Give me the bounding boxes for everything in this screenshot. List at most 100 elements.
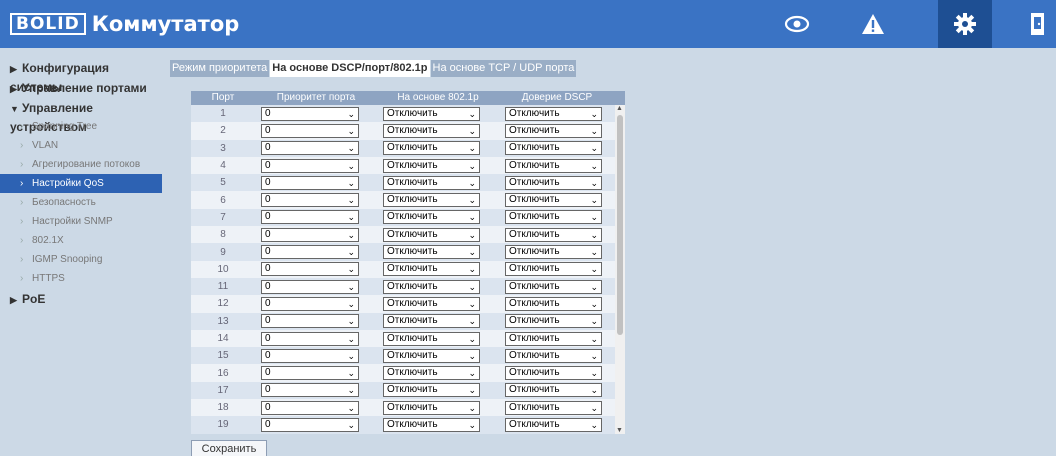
port-priority-select[interactable]: 0 ⌄ [261,262,359,277]
dscp-trust-select[interactable]: Отключить ⌄ [505,417,602,432]
table-row: 6 0 ⌄ Отключить ⌄ Отключить ⌄ [191,191,625,209]
port-number-cell: 5 [220,177,226,189]
port-priority-select[interactable]: 0 ⌄ [261,123,359,138]
p8021-mode-select[interactable]: Отключить ⌄ [383,383,480,398]
dscp-trust-select[interactable]: Отключить ⌄ [505,245,602,260]
nav-group-poe[interactable]: ▶ PoE [0,290,162,308]
sidebar-item-qos[interactable]: › Настройки QoS [0,174,162,193]
sidebar-item-aggregation[interactable]: › Агрегирование потоков [0,155,162,174]
tab-tcp-udp-port[interactable]: На основе TCP / UDP порта [430,60,578,77]
chevron-down-icon: ⌄ [468,368,476,379]
save-button[interactable]: Сохранить [191,440,267,456]
dscp-trust-select[interactable]: Отключить ⌄ [505,400,602,415]
port-priority-select[interactable]: 0 ⌄ [261,314,359,329]
p8021-mode-select[interactable]: Отключить ⌄ [383,193,480,208]
p8021-mode-select[interactable]: Отключить ⌄ [383,210,480,225]
nav-group-device-management[interactable]: ▼ Управление устройством [0,99,162,134]
nav-group-port-management[interactable]: ▶ Управление портами [0,79,162,97]
dscp-trust-select[interactable]: Отключить ⌄ [505,366,602,381]
scroll-down-icon[interactable]: ▼ [616,427,623,434]
port-priority-select[interactable]: 0 ⌄ [261,210,359,225]
dscp-trust-value: Отключить [509,142,560,154]
port-priority-select[interactable]: 0 ⌄ [261,383,359,398]
p8021-mode-select[interactable]: Отключить ⌄ [383,262,480,277]
port-priority-select[interactable]: 0 ⌄ [261,417,359,432]
p8021-mode-select[interactable]: Отключить ⌄ [383,417,480,432]
dscp-trust-select[interactable]: Отключить ⌄ [505,158,602,173]
p8021-mode-select[interactable]: Отключить ⌄ [383,227,480,242]
tab-dscp-port-8021p[interactable]: На основе DSCP/порт/802.1p [270,60,431,77]
port-priority-select[interactable]: 0 ⌄ [261,245,359,260]
scrollbar[interactable]: ▲ ▼ [615,105,625,434]
sidebar-item-snmp[interactable]: › Настройки SNMP [0,212,162,231]
sidebar-item-spanning-tree[interactable]: › Spanning Tree [0,117,162,136]
port-priority-select[interactable]: 0 ⌄ [261,400,359,415]
p8021-mode-select[interactable]: Отключить ⌄ [383,400,480,415]
sidebar-item-vlan[interactable]: › VLAN [0,136,162,155]
dscp-trust-select[interactable]: Отключить ⌄ [505,383,602,398]
scroll-up-icon[interactable]: ▲ [616,105,623,112]
logo: BOLID Коммутатор [10,12,239,36]
sidebar-item-label: IGMP Snooping [32,254,103,265]
port-priority-select[interactable]: 0 ⌄ [261,158,359,173]
dscp-trust-select[interactable]: Отключить ⌄ [505,348,602,363]
dscp-trust-select[interactable]: Отключить ⌄ [505,331,602,346]
nav-group-system-config[interactable]: ▶ Конфигурация системы [0,59,162,94]
sidebar-item-https[interactable]: › HTTPS [0,269,162,288]
p8021-mode-select[interactable]: Отключить ⌄ [383,366,480,381]
sidebar-item-8021x[interactable]: › 802.1X [0,231,162,250]
port-priority-value: 0 [265,211,271,223]
p8021-mode-select[interactable]: Отключить ⌄ [383,348,480,363]
dscp-trust-select[interactable]: Отключить ⌄ [505,193,602,208]
sidebar-item-label: Безопасность [32,197,96,208]
chevron-down-icon: ⌄ [468,212,476,223]
p8021-mode-select[interactable]: Отключить ⌄ [383,296,480,311]
warning-icon[interactable] [846,0,900,48]
dscp-trust-select[interactable]: Отключить ⌄ [505,262,602,277]
logout-icon[interactable] [1020,0,1056,48]
chevron-down-icon: ⌄ [347,385,355,396]
dscp-trust-select[interactable]: Отключить ⌄ [505,210,602,225]
dscp-trust-select[interactable]: Отключить ⌄ [505,296,602,311]
p8021-mode-cell: Отключить ⌄ [377,296,499,311]
p8021-mode-select[interactable]: Отключить ⌄ [383,141,480,156]
port-priority-select[interactable]: 0 ⌄ [261,227,359,242]
sidebar-item-igmp[interactable]: › IGMP Snooping [0,250,162,269]
port-priority-select[interactable]: 0 ⌄ [261,331,359,346]
port-priority-select[interactable]: 0 ⌄ [261,175,359,190]
p8021-mode-select[interactable]: Отключить ⌄ [383,158,480,173]
port-priority-select[interactable]: 0 ⌄ [261,106,359,121]
p8021-mode-select[interactable]: Отключить ⌄ [383,245,480,260]
dscp-trust-select[interactable]: Отключить ⌄ [505,314,602,329]
chevron-down-icon: ⌄ [468,350,476,361]
dscp-trust-select[interactable]: Отключить ⌄ [505,123,602,138]
dscp-trust-select[interactable]: Отключить ⌄ [505,141,602,156]
dscp-trust-select[interactable]: Отключить ⌄ [505,175,602,190]
tab-priority-mode[interactable]: Режим приоритета [170,60,271,77]
port-priority-select[interactable]: 0 ⌄ [261,296,359,311]
dscp-trust-select[interactable]: Отключить ⌄ [505,279,602,294]
chevron-right-icon: › [20,178,24,189]
port-priority-select[interactable]: 0 ⌄ [261,348,359,363]
p8021-mode-cell: Отключить ⌄ [377,417,499,432]
p8021-mode-select[interactable]: Отключить ⌄ [383,314,480,329]
p8021-mode-select[interactable]: Отключить ⌄ [383,175,480,190]
chevron-right-icon: › [20,273,24,284]
dscp-trust-select[interactable]: Отключить ⌄ [505,227,602,242]
port-priority-select[interactable]: 0 ⌄ [261,366,359,381]
dscp-trust-value: Отключить [509,263,560,275]
gear-icon[interactable] [938,0,992,48]
eye-icon[interactable] [770,0,824,48]
p8021-mode-select[interactable]: Отключить ⌄ [383,106,480,121]
port-priority-value: 0 [265,124,271,136]
scroll-thumb[interactable] [617,115,623,335]
port-priority-select[interactable]: 0 ⌄ [261,279,359,294]
port-priority-select[interactable]: 0 ⌄ [261,141,359,156]
p8021-mode-select[interactable]: Отключить ⌄ [383,279,480,294]
sidebar-item-security[interactable]: › Безопасность [0,193,162,212]
dscp-trust-select[interactable]: Отключить ⌄ [505,106,602,121]
p8021-mode-select[interactable]: Отключить ⌄ [383,123,480,138]
port-priority-value: 0 [265,384,271,396]
p8021-mode-select[interactable]: Отключить ⌄ [383,331,480,346]
port-priority-select[interactable]: 0 ⌄ [261,193,359,208]
